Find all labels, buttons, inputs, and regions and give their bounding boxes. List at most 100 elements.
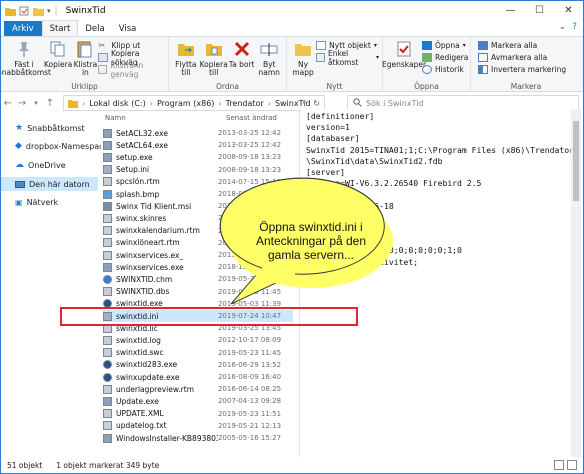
- file-date: 2008-09-18 13:23: [217, 153, 282, 162]
- edit-button[interactable]: Redigera: [422, 52, 468, 63]
- copy-to-button[interactable]: Kopiera till: [200, 39, 228, 77]
- nav-item-network[interactable]: ▣ Nätverk: [15, 198, 58, 207]
- exe-icon: [103, 433, 112, 443]
- tab-file[interactable]: Arkiv: [4, 21, 42, 36]
- group-select: Markera alla Avmarkera alla Invertera ma…: [471, 37, 581, 92]
- paste-shortcut-button[interactable]: Klistra in genväg: [98, 61, 165, 79]
- select-all-button[interactable]: Markera alla: [478, 40, 566, 51]
- preview-scrollbar[interactable]: [571, 109, 581, 457]
- file-row[interactable]: swinxservices.exe 2018-12-10 14:36: [103, 261, 293, 273]
- file-icon: [103, 226, 112, 236]
- large-icons-view-icon[interactable]: [567, 460, 577, 470]
- breadcrumb-trendator[interactable]: Trendator: [226, 99, 264, 108]
- app-icon: [103, 372, 112, 382]
- maximize-icon[interactable]: ☐: [525, 1, 554, 20]
- file-row[interactable]: updatelog.txt 2019-05-21 12:13: [103, 420, 293, 432]
- file-name: WindowsInstaller-KB893803-x8...: [116, 433, 218, 443]
- file-icon: [103, 335, 112, 345]
- preview-line: version=1: [306, 122, 350, 133]
- open-button[interactable]: Öppna ▾: [422, 40, 468, 51]
- file-row[interactable]: SetACL32.exe 2013-03-25 12:42: [103, 127, 293, 139]
- file-date: 2014-07-15 15:11: [217, 177, 282, 186]
- file-icon: [103, 213, 112, 223]
- preview-line: [server]: [306, 167, 345, 177]
- close-icon[interactable]: ✕: [554, 1, 583, 20]
- quick-access-toolbar: ▾: [1, 6, 51, 16]
- file-icon: [103, 384, 112, 394]
- recent-dropdown-icon[interactable]: ▾: [29, 99, 43, 107]
- file-row[interactable]: Swinx Tid Klient.msi 2019-05-23 11:51: [103, 200, 293, 212]
- breadcrumb-program[interactable]: Program (x86): [157, 99, 214, 108]
- file-row[interactable]: SWINXTID.dbs 2019-05-23 11:45: [103, 286, 293, 298]
- address-dropdown-icon[interactable]: ▾: [302, 99, 306, 107]
- status-bar: 51 objekt 1 objekt markerat 349 byte: [1, 457, 583, 473]
- edit-icon: [422, 53, 432, 62]
- column-header-name[interactable]: Namn: [105, 114, 126, 126]
- properties-button[interactable]: Egenskaper: [382, 39, 426, 69]
- minimize-icon[interactable]: —: [496, 1, 525, 20]
- invert-selection-button[interactable]: Invertera markering: [478, 64, 566, 75]
- file-row[interactable]: SetACL64.exe 2013-03-25 12:42: [103, 139, 293, 151]
- ini-icon: [103, 165, 112, 175]
- back-icon[interactable]: ←: [1, 98, 15, 109]
- ribbon: Fäst i Snabbåtkomst Kopiera Klistra in ✂…: [1, 36, 583, 92]
- file-icon: [103, 287, 112, 297]
- paste-button[interactable]: Klistra in: [72, 39, 98, 77]
- customize-qa-icon[interactable]: ▾: [47, 7, 51, 15]
- nav-item-quick-access[interactable]: ★ Snabbåtkomst: [15, 123, 85, 133]
- file-name: swinxservices.exe: [116, 262, 184, 272]
- file-row[interactable]: UPDATE.XML 2019-05-23 11:51: [103, 408, 293, 420]
- tab-start[interactable]: Start: [41, 20, 79, 36]
- exe-icon: [103, 128, 112, 138]
- up-icon[interactable]: ↑: [43, 98, 57, 109]
- new-folder-icon[interactable]: [33, 6, 44, 16]
- rename-button[interactable]: Byt namn: [255, 39, 283, 77]
- file-row[interactable]: swinxtid.swc 2019-05-23 11:45: [103, 347, 293, 359]
- file-name: SWINXTID.chm: [116, 274, 173, 284]
- copy-button[interactable]: Kopiera: [44, 39, 72, 69]
- file-row[interactable]: Setup.ini 2008-09-18 13:23: [103, 164, 293, 176]
- nav-item-onedrive[interactable]: ☁ OneDrive: [15, 160, 66, 170]
- select-none-button[interactable]: Avmarkera alla: [478, 52, 566, 63]
- exe-icon: [103, 152, 112, 162]
- file-row[interactable]: splash.bmp 2018-01-05 12:47: [103, 188, 293, 200]
- pin-button[interactable]: Fäst i Snabbåtkomst: [1, 39, 51, 77]
- properties-icon[interactable]: [19, 6, 30, 16]
- file-row[interactable]: SWINXTID.chm 2019-05-23 11:45: [103, 273, 293, 285]
- file-row[interactable]: underlagpreview.rtm 2016-06-14 08:25: [103, 383, 293, 395]
- new-folder-button[interactable]: Ny mapp: [290, 39, 316, 77]
- forward-icon[interactable]: →: [15, 98, 29, 109]
- file-row[interactable]: setup.exe 2008-09-18 13:23: [103, 151, 293, 163]
- exe-icon: [103, 396, 112, 406]
- delete-button[interactable]: Ta bort: [228, 39, 256, 69]
- scrollbar-thumb[interactable]: [573, 121, 579, 201]
- exe-icon: [103, 140, 112, 150]
- delete-icon: [234, 41, 249, 57]
- history-button[interactable]: Historik: [422, 64, 468, 75]
- file-row[interactable]: swinxupdate.exe 2016-08-09 16:40: [103, 371, 293, 383]
- tab-view[interactable]: Visa: [112, 21, 144, 36]
- move-to-button[interactable]: Flytta till: [172, 39, 200, 77]
- easy-access-button[interactable]: Enkel åtkomst ▾: [316, 49, 379, 67]
- help-icon[interactable]: ?: [572, 22, 577, 32]
- address-bar[interactable]: › Lokal disk (C:) › Program (x86) › Tren…: [63, 95, 325, 111]
- file-date: 2012-10-17 08:09: [217, 336, 282, 345]
- tab-share[interactable]: Dela: [78, 21, 111, 36]
- preview-line: SwinxTid 2015=TINA01;1;C:\Program Files …: [306, 144, 575, 155]
- file-row[interactable]: WindowsInstaller-KB893803-x8...2005-05-1…: [103, 432, 293, 444]
- collapse-ribbon-icon[interactable]: ⌄: [559, 22, 567, 32]
- details-view-icon[interactable]: [554, 460, 564, 470]
- file-row[interactable]: swinxtid.log 2012-10-17 08:09: [103, 334, 293, 346]
- file-row[interactable]: swinxtid283.exe 2016-06-29 13:52: [103, 359, 293, 371]
- breadcrumb-drive[interactable]: Lokal disk (C:): [89, 99, 146, 108]
- file-row[interactable]: Update.exe 2007-04-13 09:28: [103, 395, 293, 407]
- group-clipboard: Fäst i Snabbåtkomst Kopiera Klistra in ✂…: [1, 37, 169, 92]
- nav-item-dropbox[interactable]: ◆ dropbox-Namespac: [15, 141, 104, 151]
- new-folder-big-icon: [295, 44, 312, 56]
- column-header-date[interactable]: Senast ändrad: [226, 114, 277, 126]
- file-row[interactable]: spcslón.rtm 2014-07-15 15:11: [103, 176, 293, 188]
- refresh-icon[interactable]: ↻: [313, 99, 320, 108]
- file-name: swinxtid.swc: [116, 348, 164, 358]
- nav-item-this-pc[interactable]: Den här datorn: [1, 177, 98, 191]
- file-icon: [103, 421, 112, 431]
